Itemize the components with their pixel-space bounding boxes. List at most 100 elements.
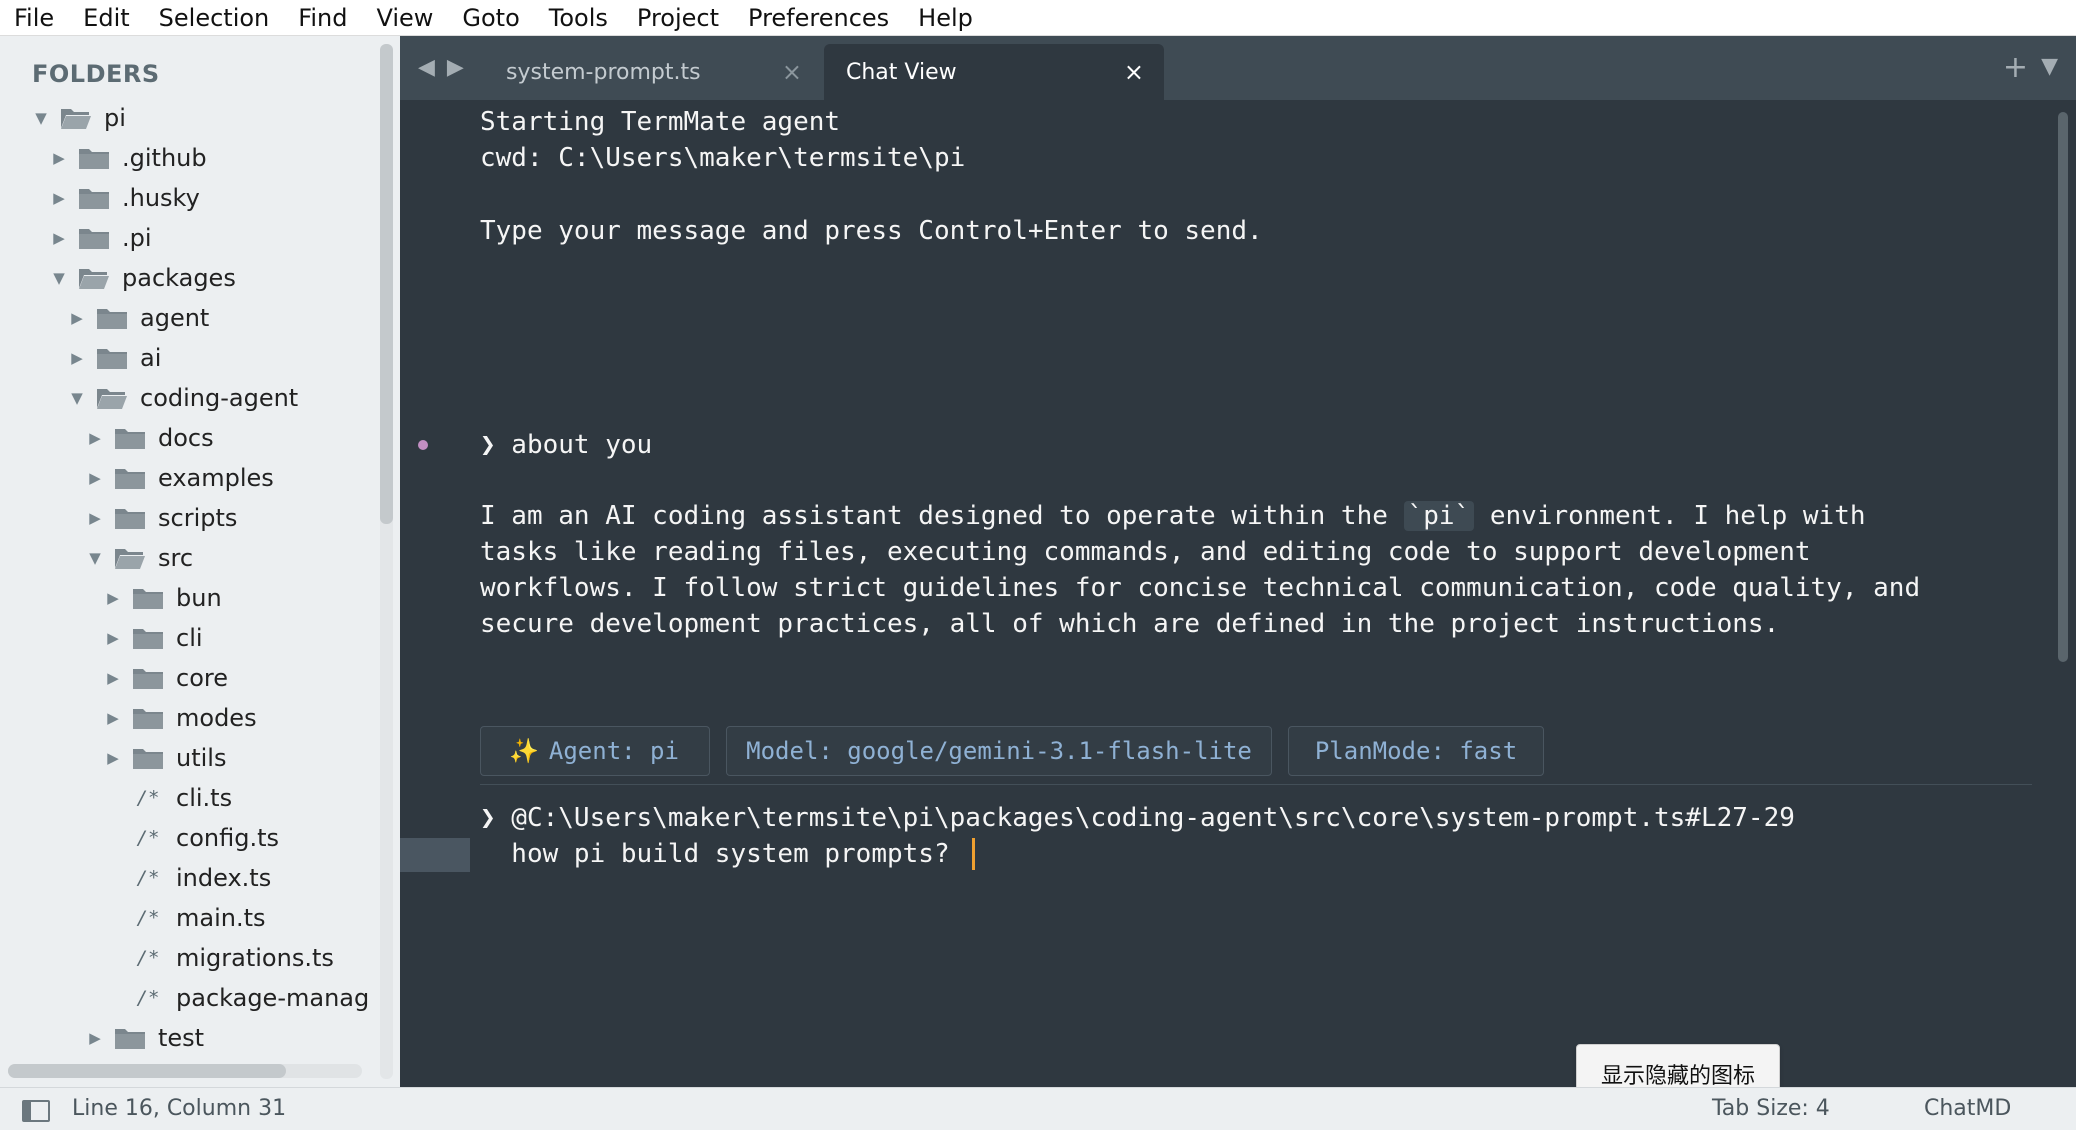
tree-item-label: cli.ts <box>176 784 233 812</box>
folder-icon <box>115 1029 145 1049</box>
message-input[interactable]: how pi build system prompts? <box>480 836 949 872</box>
menu-file[interactable]: File <box>14 1 54 35</box>
menu-find[interactable]: Find <box>298 1 347 35</box>
collapsed-arrow-icon[interactable]: ▶ <box>104 589 122 607</box>
tree-folder-item[interactable]: ▶ .husky <box>0 178 380 218</box>
file-reference-input[interactable]: ❯ @C:\Users\maker\termsite\pi\packages\c… <box>480 800 1795 836</box>
tab-label: Chat View <box>846 59 957 85</box>
model-badge[interactable]: Model: google/gemini-3.1-flash-lite <box>726 726 1272 776</box>
menu-tools[interactable]: Tools <box>549 1 608 35</box>
tree-file-item[interactable]: /* cli.ts <box>0 778 380 818</box>
tree-folder-item[interactable]: ▶ cli <box>0 618 380 658</box>
collapsed-arrow-icon[interactable]: ▶ <box>68 309 86 327</box>
folder-icon <box>79 149 109 169</box>
code-file-icon: /* <box>136 907 160 929</box>
panel-toggle-icon[interactable] <box>22 1100 50 1122</box>
tree-file-item[interactable]: /* index.ts <box>0 858 380 898</box>
folder-icon <box>79 189 109 209</box>
folders-title: FOLDERS <box>32 60 160 88</box>
menu-edit[interactable]: Edit <box>83 1 129 35</box>
tab-back-icon[interactable]: ◀ <box>418 56 435 80</box>
planmode-badge[interactable]: PlanMode: fast <box>1288 726 1544 776</box>
close-icon[interactable]: × <box>1124 58 1144 86</box>
menu-goto[interactable]: Goto <box>462 1 519 35</box>
menu-project[interactable]: Project <box>637 1 719 35</box>
folder-icon <box>133 669 163 689</box>
inline-code: `pi` <box>1403 501 1475 531</box>
expanded-arrow-icon[interactable]: ▼ <box>32 109 50 127</box>
editor-scrollbar[interactable] <box>2058 112 2068 662</box>
collapsed-arrow-icon[interactable]: ▶ <box>68 349 86 367</box>
collapsed-arrow-icon[interactable]: ▶ <box>104 669 122 687</box>
tree-folder-item[interactable]: ▶ scripts <box>0 498 380 538</box>
tab-label: system-prompt.ts <box>506 59 701 85</box>
input-separator <box>480 784 2032 785</box>
collapsed-arrow-icon[interactable]: ▶ <box>86 509 104 527</box>
tree-file-item[interactable]: /* main.ts <box>0 898 380 938</box>
tree-folder-item[interactable]: ▶ ai <box>0 338 380 378</box>
expanded-arrow-icon[interactable]: ▼ <box>86 549 104 567</box>
collapsed-arrow-icon[interactable]: ▶ <box>104 709 122 727</box>
status-line-start: Starting TermMate agent <box>480 107 841 137</box>
sidebar-horizontal-scrollbar-thumb[interactable] <box>8 1064 286 1078</box>
tree-file-item[interactable]: /* package-manag <box>0 978 380 1018</box>
tree-folder-item[interactable]: ▶ core <box>0 658 380 698</box>
tree-item-label: packages <box>122 264 236 292</box>
tree-file-item[interactable]: /* migrations.ts <box>0 938 380 978</box>
add-tab-icon[interactable]: + <box>2003 50 2028 85</box>
status-bar: Line 16, Column 31 Tab Size: 4 ChatMD <box>0 1087 2076 1130</box>
menu-help[interactable]: Help <box>918 1 973 35</box>
collapsed-arrow-icon[interactable]: ▶ <box>50 149 68 167</box>
tab-system-prompt[interactable]: system-prompt.ts × <box>480 44 820 100</box>
tree-item-label: .husky <box>122 184 200 212</box>
tree-file-item[interactable]: /* config.ts <box>0 818 380 858</box>
tree-folder-item[interactable]: ▶ utils <box>0 738 380 778</box>
tree-folder-item[interactable]: ▶ modes <box>0 698 380 738</box>
collapsed-arrow-icon[interactable]: ▶ <box>104 749 122 767</box>
sidebar-vertical-scrollbar-thumb[interactable] <box>380 44 393 524</box>
tree-folder-item[interactable]: ▼ coding-agent <box>0 378 380 418</box>
folder-icon <box>79 229 109 249</box>
folder-icon <box>133 749 163 769</box>
close-icon[interactable]: × <box>782 58 802 86</box>
collapsed-arrow-icon[interactable]: ▶ <box>50 189 68 207</box>
tab-dropdown-icon[interactable]: ▼ <box>2041 54 2058 79</box>
collapsed-arrow-icon[interactable]: ▶ <box>104 629 122 647</box>
collapsed-arrow-icon[interactable]: ▶ <box>86 469 104 487</box>
tree-item-label: utils <box>176 744 227 772</box>
tree-folder-item[interactable]: ▼ src <box>0 538 380 578</box>
tree-folder-item[interactable]: ▶ examples <box>0 458 380 498</box>
tree-folder-item[interactable]: ▶ agent <box>0 298 380 338</box>
model-label: Model: google/gemini-3.1-flash-lite <box>746 737 1252 765</box>
collapsed-arrow-icon[interactable]: ▶ <box>86 1029 104 1047</box>
tab-size[interactable]: Tab Size: 4 <box>1712 1096 1830 1121</box>
menu-preferences[interactable]: Preferences <box>748 1 889 35</box>
response-line: tasks like reading files, executing comm… <box>480 537 1811 567</box>
menu-selection[interactable]: Selection <box>159 1 270 35</box>
tree-item-label: src <box>158 544 194 572</box>
tree-item-label: index.ts <box>176 864 272 892</box>
tree-folder-item[interactable]: ▶ bun <box>0 578 380 618</box>
syntax-mode[interactable]: ChatMD <box>1924 1096 2011 1121</box>
tree-folder-item[interactable]: ▶ .pi <box>0 218 380 258</box>
folder-icon <box>133 589 163 609</box>
tree-folder-item[interactable]: ▼ packages <box>0 258 380 298</box>
tree-item-label: modes <box>176 704 257 732</box>
collapsed-arrow-icon[interactable]: ▶ <box>86 429 104 447</box>
tree-folder-item[interactable]: ▼ pi <box>0 98 380 138</box>
tree-folder-item[interactable]: ▶ docs <box>0 418 380 458</box>
tree-folder-item[interactable]: ▶ .github <box>0 138 380 178</box>
tree-item-label: scripts <box>158 504 238 532</box>
collapsed-arrow-icon[interactable]: ▶ <box>50 229 68 247</box>
cursor-position[interactable]: Line 16, Column 31 <box>72 1096 286 1121</box>
agent-badge[interactable]: ✨ Agent: pi <box>480 726 710 776</box>
tree-item-label: docs <box>158 424 214 452</box>
chat-editor[interactable]: Starting TermMate agent cwd: C:\Users\ma… <box>400 100 2076 1087</box>
menu-view[interactable]: View <box>376 1 433 35</box>
tab-chat-view[interactable]: Chat View × <box>824 44 1164 100</box>
expanded-arrow-icon[interactable]: ▼ <box>50 269 68 287</box>
expanded-arrow-icon[interactable]: ▼ <box>68 389 86 407</box>
tree-folder-item[interactable]: ▶ test <box>0 1018 380 1058</box>
agent-label: Agent: pi <box>548 737 679 765</box>
tab-forward-icon[interactable]: ▶ <box>447 56 464 80</box>
